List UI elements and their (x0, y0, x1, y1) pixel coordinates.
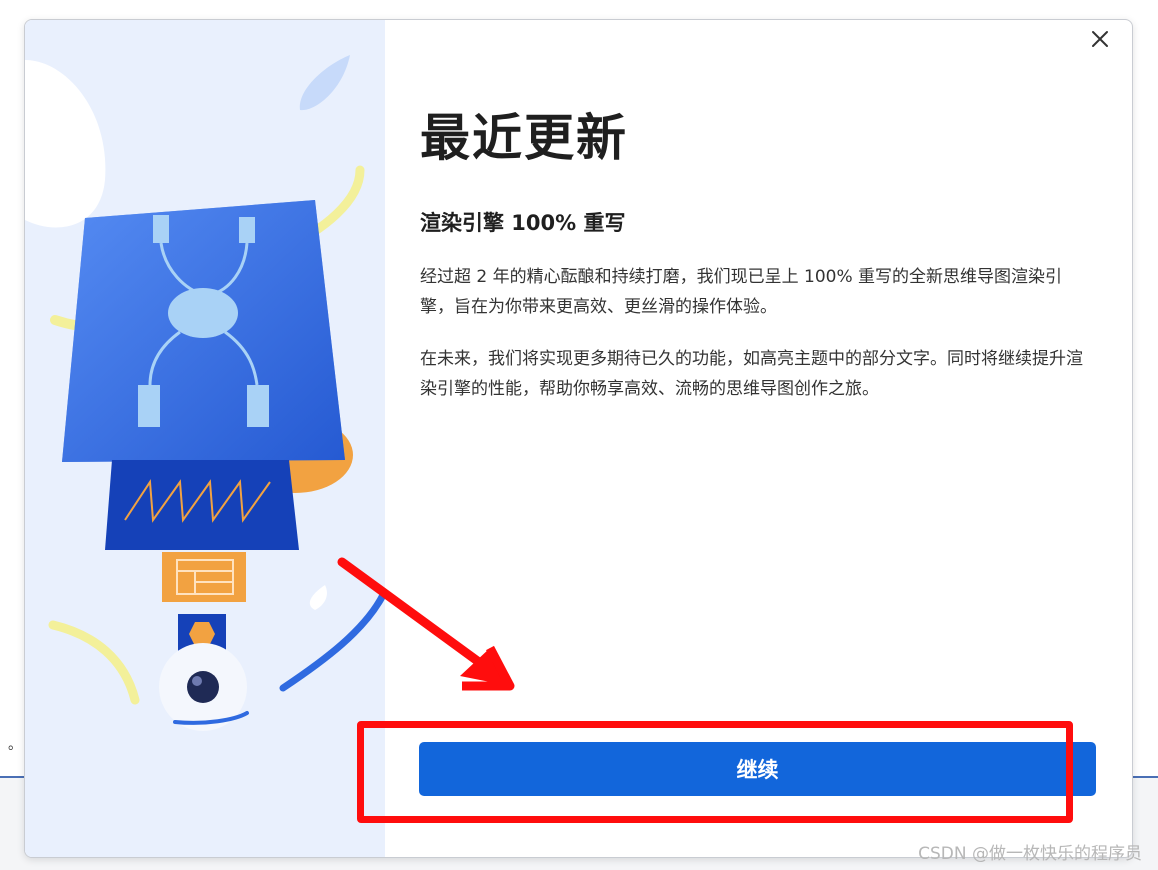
description-paragraph: 经过超 2 年的精心酝酿和持续打磨，我们现已呈上 100% 重写的全新思维导图渲… (420, 267, 1063, 317)
close-icon (1092, 31, 1108, 47)
annotation-arrow-icon (337, 557, 515, 691)
watermark: CSDN @做一枚快乐的程序员 (918, 844, 1142, 864)
description-paragraph: 在未来，我们将实现更多期待已久的功能，如高亮主题中的部分文字。同时将继续提升渲染… (420, 349, 1083, 399)
background-text: 。 (8, 737, 22, 753)
annotation-highlight-box (357, 721, 1073, 823)
close-button[interactable] (1085, 24, 1115, 54)
rendering-engine-illustration (25, 55, 385, 731)
dialog-subtitle: 渲染引擎 100% 重写 (420, 211, 626, 235)
dialog-title: 最近更新 (420, 109, 628, 167)
illustration-panel (25, 20, 385, 857)
